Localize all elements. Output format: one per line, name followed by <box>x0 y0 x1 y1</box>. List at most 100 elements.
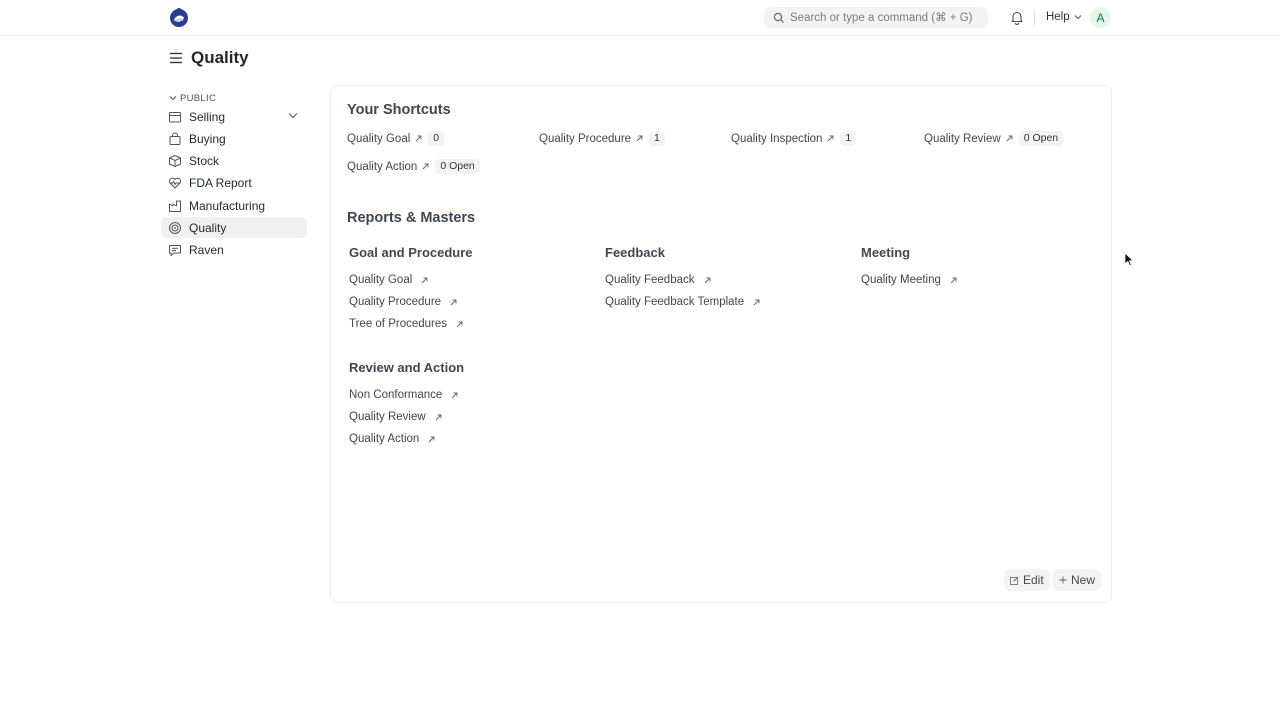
sidebar-toggle-icon[interactable] <box>169 52 183 64</box>
shortcut-label: Quality Inspection <box>731 132 823 145</box>
card-title-review-and-action: Review and Action <box>349 360 465 375</box>
navbar: Help A <box>0 0 1280 36</box>
edit-icon <box>1010 576 1019 585</box>
sidebar-item-fda-report[interactable]: FDA Report <box>161 173 307 194</box>
link-quality-feedback[interactable]: Quality Feedback <box>605 274 711 286</box>
edit-button-label: Edit <box>1023 573 1044 587</box>
link-label: Quality Procedure <box>349 296 442 308</box>
arrow-up-right-icon <box>415 135 422 142</box>
avatar-initial: A <box>1096 10 1105 25</box>
arrow-up-right-icon <box>423 163 429 170</box>
card-title-meeting: Meeting <box>861 245 911 260</box>
link-quality-procedure[interactable]: Quality Procedure <box>349 296 457 308</box>
link-label: Quality Feedback <box>605 274 695 286</box>
workspace-card: Your Shortcuts Quality Goal 0 Quality Pr… <box>330 85 1112 603</box>
arrow-up-right-icon <box>950 277 957 283</box>
shortcut-count-badge: 0 Open <box>1018 131 1064 146</box>
search-bar[interactable] <box>764 7 988 28</box>
arrow-up-right-icon <box>435 414 442 420</box>
help-label: Help <box>1046 11 1070 23</box>
arrow-up-right-icon <box>1006 135 1013 142</box>
sidebar-item-quality[interactable]: Quality <box>161 217 307 239</box>
shortcuts-heading: Your Shortcuts <box>347 102 451 118</box>
target-icon <box>169 221 181 234</box>
factory-icon <box>169 200 181 212</box>
shortcut-count-badge: 1 <box>649 131 665 146</box>
shopping-bag-icon <box>169 132 181 145</box>
arrow-up-right-icon <box>704 277 710 283</box>
chevron-down-icon <box>1074 15 1082 20</box>
shortcut-count-badge: 0 <box>428 131 445 146</box>
box-icon <box>169 155 181 168</box>
shortcut-label: Quality Action <box>347 160 418 173</box>
link-quality-meeting[interactable]: Quality Meeting <box>861 274 957 286</box>
page-header: Quality <box>169 48 249 68</box>
link-label: Quality Meeting <box>861 274 941 286</box>
sidebar-item-label: Buying <box>189 131 226 146</box>
link-non-conformance[interactable]: Non Conformance <box>349 389 458 401</box>
shortcut-quality-review[interactable]: Quality Review 0 Open <box>924 131 1064 146</box>
sidebar-item-label: Raven <box>189 243 224 258</box>
card-title-goal-and-procedure: Goal and Procedure <box>349 245 473 260</box>
sidebar-item-manufacturing[interactable]: Manufacturing <box>161 195 307 216</box>
help-dropdown[interactable]: Help <box>1046 11 1082 23</box>
new-button[interactable]: New <box>1053 569 1102 591</box>
arrow-up-right-icon <box>828 135 834 142</box>
sidebar-item-label: Quality <box>189 220 227 235</box>
shortcut-count-badge: 0 Open <box>435 159 480 174</box>
shortcut-quality-procedure[interactable]: Quality Procedure 1 <box>539 131 665 146</box>
sidebar-item-buying[interactable]: Buying <box>161 128 307 149</box>
link-label: Quality Feedback Template <box>605 296 745 308</box>
app-logo-icon[interactable] <box>168 6 190 28</box>
shortcut-quality-action[interactable]: Quality Action 0 Open <box>347 159 480 174</box>
arrow-up-right-icon <box>429 436 435 442</box>
shortcut-label: Quality Procedure <box>539 132 632 145</box>
sidebar-section-label: PUBLIC <box>180 92 217 104</box>
shortcut-label: Quality Goal <box>347 132 411 145</box>
sidebar-item-selling[interactable]: Selling <box>161 106 307 127</box>
link-tree-of-procedures[interactable]: Tree of Procedures <box>349 318 463 330</box>
arrow-up-right-icon <box>753 299 760 305</box>
shortcut-count-badge: 1 <box>840 131 857 146</box>
shortcut-quality-inspection[interactable]: Quality Inspection 1 <box>731 131 857 146</box>
shortcut-label: Quality Review <box>924 132 1001 145</box>
sidebar: PUBLIC Selling Buying Stock FDA Report M… <box>161 92 307 262</box>
sidebar-item-label: FDA Report <box>189 176 252 191</box>
reports-heading: Reports & Masters <box>347 210 476 226</box>
chevron-down-icon[interactable] <box>288 112 298 119</box>
arrow-up-right-icon <box>421 277 428 283</box>
shortcut-quality-goal[interactable]: Quality Goal 0 <box>347 131 445 146</box>
sidebar-item-label: Stock <box>189 154 220 169</box>
plus-icon <box>1059 576 1067 584</box>
user-avatar[interactable]: A <box>1090 7 1111 28</box>
sidebar-item-stock[interactable]: Stock <box>161 151 307 172</box>
sidebar-item-label: Manufacturing <box>189 198 266 213</box>
notification-bell-icon[interactable] <box>1010 10 1024 25</box>
link-label: Non Conformance <box>349 389 443 401</box>
link-label: Quality Action <box>349 433 420 445</box>
arrow-up-right-icon <box>456 321 463 327</box>
chat-icon <box>169 245 181 257</box>
arrow-up-right-icon <box>450 299 457 305</box>
sidebar-item-label: Selling <box>189 109 226 124</box>
arrow-up-right-icon <box>452 392 458 398</box>
sidebar-section-public[interactable]: PUBLIC <box>169 92 307 104</box>
link-quality-feedback-template[interactable]: Quality Feedback Template <box>605 296 760 308</box>
link-label: Tree of Procedures <box>349 318 448 330</box>
link-label: Quality Review <box>349 411 426 423</box>
mouse-cursor-icon <box>1124 252 1134 267</box>
page-title: Quality <box>191 48 249 67</box>
link-quality-goal[interactable]: Quality Goal <box>349 274 428 286</box>
edit-button[interactable]: Edit <box>1004 569 1050 591</box>
sidebar-item-raven[interactable]: Raven <box>161 240 307 261</box>
arrow-up-right-icon <box>636 135 643 142</box>
card-title-feedback: Feedback <box>605 245 665 260</box>
navbar-divider <box>1034 10 1035 26</box>
storefront-icon <box>169 111 181 122</box>
search-icon <box>773 12 784 23</box>
search-input[interactable] <box>790 11 980 24</box>
new-button-label: New <box>1071 573 1096 587</box>
link-quality-action[interactable]: Quality Action <box>349 433 435 445</box>
link-label: Quality Goal <box>349 274 413 286</box>
link-quality-review[interactable]: Quality Review <box>349 411 442 423</box>
